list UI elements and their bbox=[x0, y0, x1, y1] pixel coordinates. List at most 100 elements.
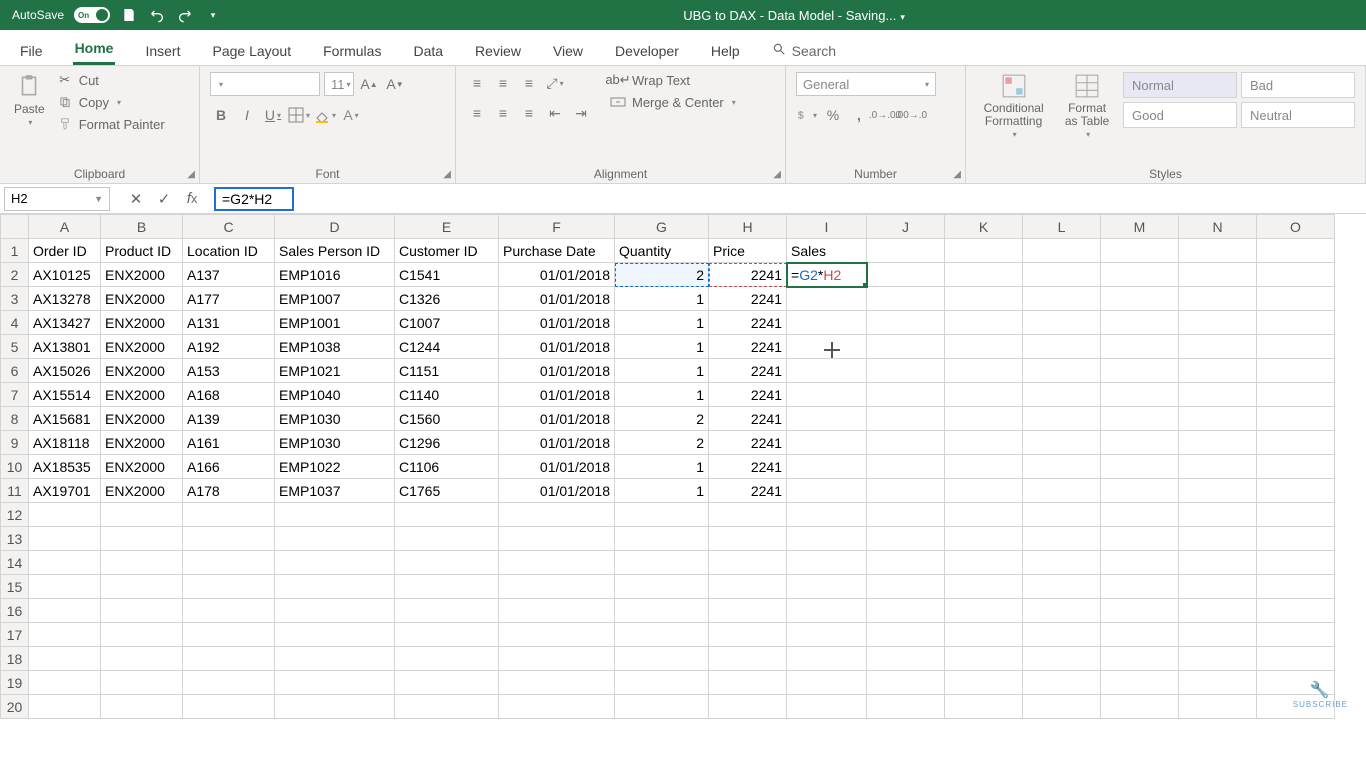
cell[interactable] bbox=[787, 407, 867, 431]
cell[interactable] bbox=[945, 671, 1023, 695]
cell[interactable] bbox=[1023, 359, 1101, 383]
cell[interactable] bbox=[275, 551, 395, 575]
cell[interactable] bbox=[1179, 623, 1257, 647]
cancel-formula-button[interactable]: ✕ bbox=[122, 186, 150, 212]
row-header[interactable]: 6 bbox=[1, 359, 29, 383]
cell[interactable] bbox=[945, 431, 1023, 455]
cell[interactable]: EMP1001 bbox=[275, 311, 395, 335]
cell[interactable] bbox=[945, 527, 1023, 551]
column-header[interactable]: D bbox=[275, 215, 395, 239]
cell[interactable] bbox=[1179, 551, 1257, 575]
cell[interactable] bbox=[945, 263, 1023, 287]
cell[interactable] bbox=[1179, 671, 1257, 695]
row-header[interactable]: 9 bbox=[1, 431, 29, 455]
cell[interactable] bbox=[1023, 575, 1101, 599]
cell[interactable]: AX18118 bbox=[29, 431, 101, 455]
orientation-icon[interactable]: ⤢▾ bbox=[544, 72, 566, 94]
cell[interactable] bbox=[1023, 647, 1101, 671]
row-header[interactable]: 10 bbox=[1, 455, 29, 479]
cell[interactable] bbox=[615, 623, 709, 647]
cell[interactable]: 2 bbox=[615, 431, 709, 455]
cell[interactable]: ENX2000 bbox=[101, 431, 183, 455]
cell[interactable] bbox=[615, 671, 709, 695]
column-header[interactable]: E bbox=[395, 215, 499, 239]
cell[interactable] bbox=[867, 431, 945, 455]
row-header[interactable]: 5 bbox=[1, 335, 29, 359]
cell[interactable] bbox=[101, 647, 183, 671]
cell[interactable] bbox=[787, 527, 867, 551]
row-header[interactable]: 18 bbox=[1, 647, 29, 671]
cell[interactable] bbox=[945, 335, 1023, 359]
cell[interactable] bbox=[1257, 455, 1335, 479]
cell[interactable] bbox=[1023, 695, 1101, 719]
cell[interactable] bbox=[499, 551, 615, 575]
cut-button[interactable]: ✂ Cut bbox=[57, 72, 165, 88]
row-header[interactable]: 12 bbox=[1, 503, 29, 527]
qat-customize-icon[interactable]: ▾ bbox=[204, 6, 222, 24]
cell[interactable]: 1 bbox=[615, 311, 709, 335]
cell[interactable] bbox=[1023, 551, 1101, 575]
cell[interactable]: AX13278 bbox=[29, 287, 101, 311]
cell[interactable] bbox=[29, 647, 101, 671]
cell[interactable]: C1140 bbox=[395, 383, 499, 407]
cell[interactable] bbox=[1023, 671, 1101, 695]
cell[interactable] bbox=[1023, 599, 1101, 623]
column-header[interactable]: M bbox=[1101, 215, 1179, 239]
cell[interactable] bbox=[945, 695, 1023, 719]
italic-button[interactable]: I bbox=[236, 104, 258, 126]
cell[interactable] bbox=[275, 671, 395, 695]
cell[interactable] bbox=[395, 599, 499, 623]
cell[interactable]: EMP1007 bbox=[275, 287, 395, 311]
save-icon[interactable] bbox=[120, 6, 138, 24]
tab-view[interactable]: View bbox=[551, 37, 585, 65]
dialog-launcher-icon[interactable]: ◢ bbox=[773, 169, 781, 180]
cell[interactable] bbox=[1257, 383, 1335, 407]
dialog-launcher-icon[interactable]: ◢ bbox=[443, 169, 451, 180]
cell[interactable]: 01/01/2018 bbox=[499, 287, 615, 311]
row-header[interactable]: 2 bbox=[1, 263, 29, 287]
column-header[interactable]: B bbox=[101, 215, 183, 239]
cell[interactable] bbox=[1179, 455, 1257, 479]
cell[interactable] bbox=[787, 695, 867, 719]
cell[interactable] bbox=[867, 239, 945, 263]
cell[interactable] bbox=[101, 623, 183, 647]
font-color-button[interactable]: A▾ bbox=[340, 104, 362, 126]
cell[interactable] bbox=[29, 623, 101, 647]
cell[interactable] bbox=[709, 695, 787, 719]
cell[interactable] bbox=[183, 623, 275, 647]
row-header[interactable]: 3 bbox=[1, 287, 29, 311]
cell[interactable] bbox=[275, 503, 395, 527]
cell[interactable] bbox=[1023, 431, 1101, 455]
cell[interactable] bbox=[615, 599, 709, 623]
merge-center-button[interactable]: Merge & Center▾ bbox=[610, 94, 736, 110]
cell[interactable] bbox=[1179, 383, 1257, 407]
cell[interactable] bbox=[1101, 647, 1179, 671]
cell[interactable] bbox=[945, 551, 1023, 575]
row-header[interactable]: 8 bbox=[1, 407, 29, 431]
cell[interactable]: C1151 bbox=[395, 359, 499, 383]
cell[interactable] bbox=[945, 647, 1023, 671]
cell[interactable]: Location ID bbox=[183, 239, 275, 263]
tab-formulas[interactable]: Formulas bbox=[321, 37, 383, 65]
cell[interactable]: AX15681 bbox=[29, 407, 101, 431]
cell[interactable]: C1106 bbox=[395, 455, 499, 479]
decrease-font-icon[interactable]: A▼ bbox=[384, 73, 406, 95]
cell[interactable] bbox=[1179, 575, 1257, 599]
cell[interactable] bbox=[867, 671, 945, 695]
cell[interactable] bbox=[945, 383, 1023, 407]
cell[interactable] bbox=[709, 575, 787, 599]
column-header[interactable]: I bbox=[787, 215, 867, 239]
cell[interactable] bbox=[1257, 263, 1335, 287]
cell[interactable] bbox=[499, 695, 615, 719]
column-header[interactable]: H bbox=[709, 215, 787, 239]
cell[interactable] bbox=[787, 599, 867, 623]
tab-review[interactable]: Review bbox=[473, 37, 523, 65]
cell[interactable] bbox=[1257, 575, 1335, 599]
row-header[interactable]: 1 bbox=[1, 239, 29, 263]
cell[interactable]: 01/01/2018 bbox=[499, 407, 615, 431]
cell[interactable]: A192 bbox=[183, 335, 275, 359]
cell[interactable]: AX10125 bbox=[29, 263, 101, 287]
cell[interactable] bbox=[787, 623, 867, 647]
cell[interactable] bbox=[395, 671, 499, 695]
cell[interactable]: ENX2000 bbox=[101, 479, 183, 503]
